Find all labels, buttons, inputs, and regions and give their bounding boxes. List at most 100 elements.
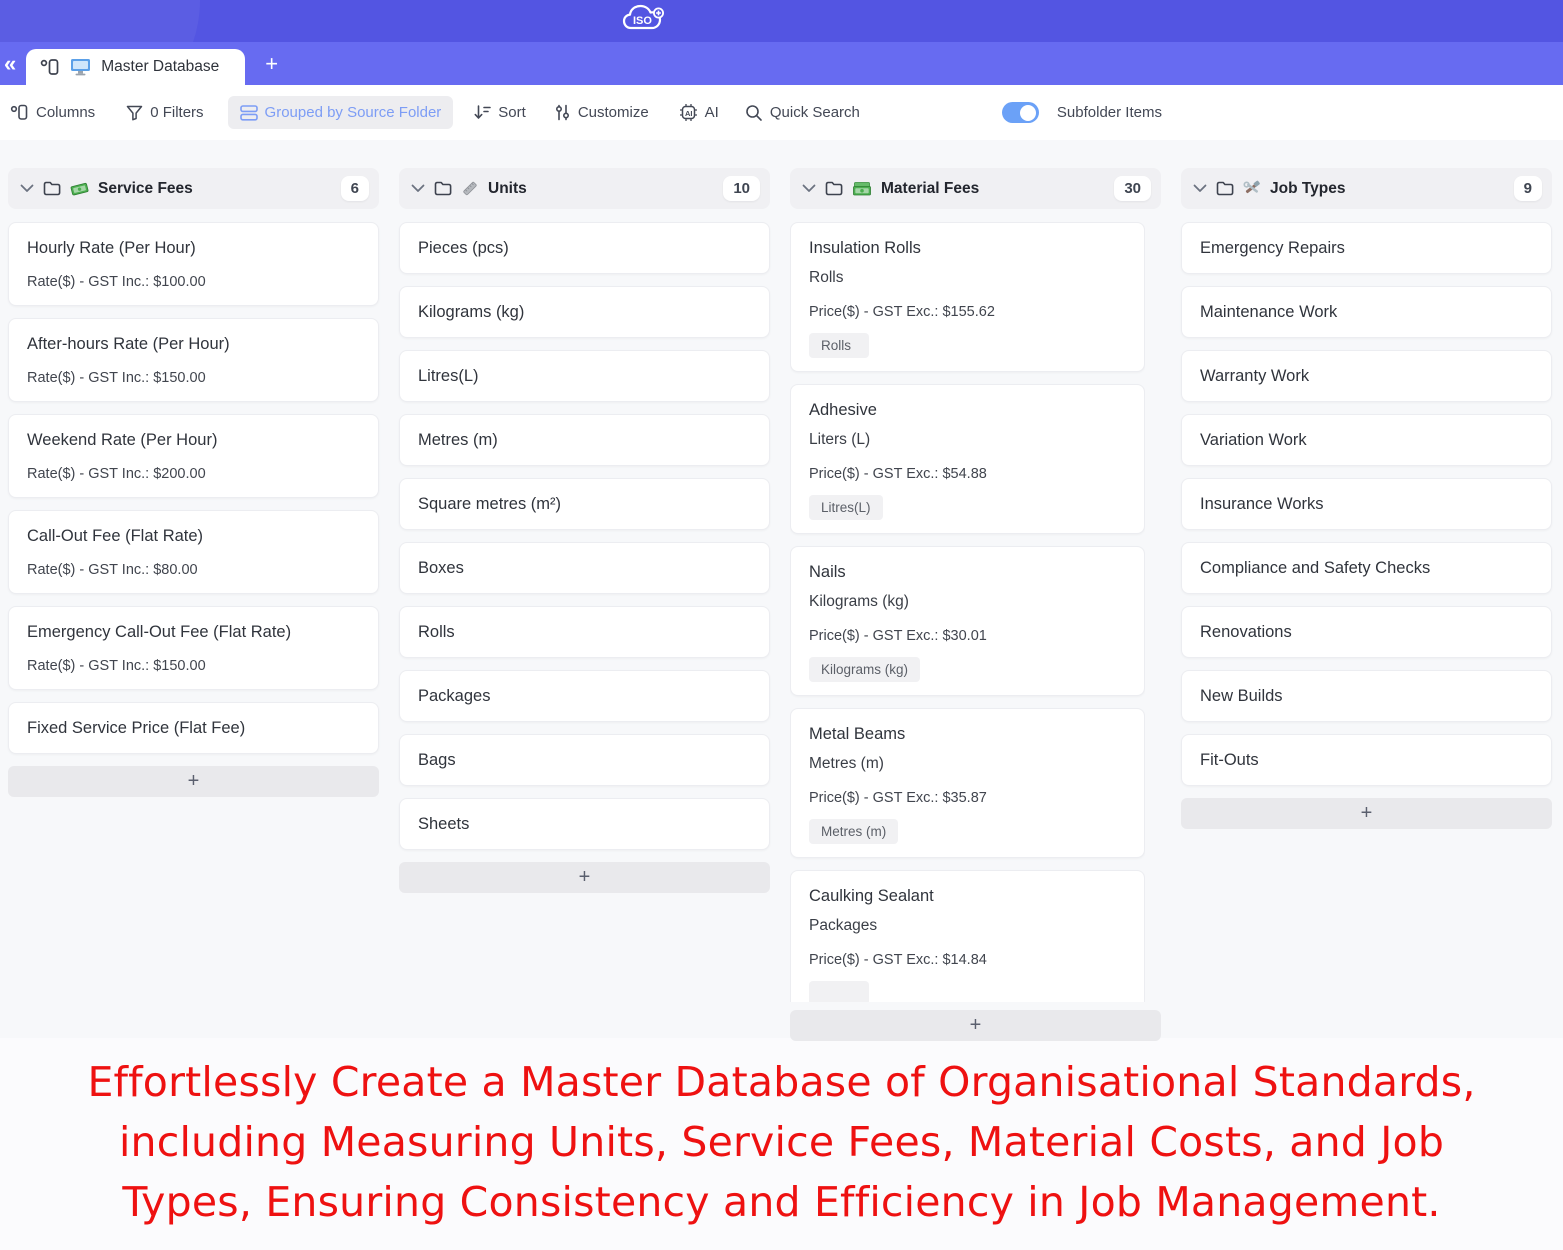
ai-chip-icon: AI	[679, 103, 698, 122]
group-column-job-types: Job Types 9 Emergency Repairs Maintenance W…	[1181, 168, 1552, 1038]
tab-bar: « Master Database +	[0, 42, 1563, 85]
chevron-down-icon[interactable]	[1193, 184, 1207, 193]
record-card[interactable]: Caulking Sealant Packages Price($) - GST E…	[790, 870, 1145, 1002]
card-price: Rate($) - GST Inc.: $100.00	[27, 272, 360, 292]
subfolder-items-toggle[interactable]	[1002, 102, 1039, 123]
kanban-board: Service Fees6 Hourly Rate (Per Hour) Rate(…	[0, 140, 1563, 1038]
unit-tag: Metres (m)	[809, 819, 898, 844]
record-card[interactable]: Compliance and Safety Checks	[1181, 542, 1552, 594]
record-card[interactable]: Insurance Works	[1181, 478, 1552, 530]
record-card[interactable]: Renovations	[1181, 606, 1552, 658]
chevron-down-icon[interactable]	[802, 184, 816, 193]
group-header[interactable]: Job Types 9	[1181, 168, 1552, 209]
unit-tag: Rolls	[809, 333, 869, 358]
add-record-button[interactable]: +	[790, 1010, 1161, 1041]
filters-button[interactable]: 0 Filters	[126, 104, 203, 121]
chevron-down-icon[interactable]	[411, 184, 425, 193]
marketing-caption: Effortlessly Create a Master Database of…	[0, 1038, 1563, 1232]
record-card[interactable]: Fixed Service Price (Flat Fee)	[8, 702, 379, 754]
card-title: Square metres (m²)	[418, 493, 751, 515]
card-title: Insurance Works	[1200, 493, 1533, 515]
record-card[interactable]: New Builds	[1181, 670, 1552, 722]
customize-label: Customize	[578, 104, 649, 121]
card-title: Pieces (pcs)	[418, 237, 751, 259]
tab-master-database[interactable]: Master Database	[26, 49, 245, 85]
record-card[interactable]: Emergency Repairs	[1181, 222, 1552, 274]
tab-title: Master Database	[101, 58, 219, 76]
record-card[interactable]: Warranty Work	[1181, 350, 1552, 402]
card-unit: Packages	[809, 915, 1126, 937]
record-card[interactable]: AdhesiveLiters (L)Price($) - GST Exc.: $…	[790, 384, 1145, 534]
columns-icon	[10, 104, 29, 121]
record-card[interactable]: Variation Work	[1181, 414, 1552, 466]
grouped-label: Grouped by Source Folder	[265, 104, 442, 121]
record-card[interactable]: Kilograms (kg)	[399, 286, 770, 338]
card-price: Rate($) - GST Inc.: $150.00	[27, 368, 360, 388]
record-card[interactable]: NailsKilograms (kg)Price($) - GST Exc.: …	[790, 546, 1145, 696]
columns-button[interactable]: Columns	[10, 104, 95, 121]
record-card[interactable]: Litres(L)	[399, 350, 770, 402]
group-column-units: Units10 Pieces (pcs) Kilograms (kg) Litres(…	[399, 168, 770, 1038]
quick-search-label: Quick Search	[770, 104, 860, 121]
group-name: Job Types	[1270, 180, 1346, 198]
record-card[interactable]: Metres (m)	[399, 414, 770, 466]
group-header[interactable]: Units10	[399, 168, 770, 209]
record-count-badge: 10	[723, 176, 760, 201]
add-record-button[interactable]: +	[8, 766, 379, 797]
filter-icon	[126, 105, 143, 121]
record-card[interactable]: Maintenance Work	[1181, 286, 1552, 338]
sidebar-collapse-icon[interactable]: «	[0, 53, 20, 85]
card-price: Rate($) - GST Inc.: $200.00	[27, 464, 360, 484]
group-name: Material Fees	[881, 180, 979, 198]
record-card[interactable]: Pieces (pcs)	[399, 222, 770, 274]
record-card[interactable]: Emergency Call-Out Fee (Flat Rate)Rate($…	[8, 606, 379, 690]
card-title: Hourly Rate (Per Hour)	[27, 237, 360, 259]
add-record-button[interactable]: +	[1181, 798, 1552, 829]
record-card[interactable]: After-hours Rate (Per Hour) Rate($) - GST…	[8, 318, 379, 402]
ai-button[interactable]: AI AI	[679, 103, 719, 122]
new-tab-button[interactable]: +	[245, 51, 278, 85]
chevron-down-icon[interactable]	[20, 184, 34, 193]
record-card[interactable]: Weekend Rate (Per Hour)Rate($) - GST Inc…	[8, 414, 379, 498]
unit-tag	[809, 981, 869, 1002]
card-title: Compliance and Safety Checks	[1200, 557, 1533, 579]
columns-label: Columns	[36, 104, 95, 121]
card-title: After-hours Rate (Per Hour)	[27, 333, 360, 355]
card-price: Price($) - GST Exc.: $14.84	[809, 950, 1126, 970]
grouped-button[interactable]: Grouped by Source Folder	[228, 96, 454, 129]
card-title: Fit-Outs	[1200, 749, 1533, 771]
group-name: Service Fees	[98, 180, 193, 198]
record-card[interactable]: Packages	[399, 670, 770, 722]
card-list: Insulation RollsRollsPrice($) - GST Exc.…	[790, 222, 1145, 1002]
card-title: Metres (m)	[418, 429, 751, 451]
card-title: Emergency Repairs	[1200, 237, 1533, 259]
record-card[interactable]: Square metres (m²)	[399, 478, 770, 530]
record-card[interactable]: Insulation RollsRollsPrice($) - GST Exc.…	[790, 222, 1145, 372]
quick-search-button[interactable]: Quick Search	[745, 104, 860, 122]
record-card[interactable]: Sheets	[399, 798, 770, 850]
banknotes-icon	[852, 181, 872, 197]
card-title: Caulking Sealant	[809, 885, 1126, 907]
card-title: Bags	[418, 749, 751, 771]
customize-button[interactable]: Customize	[554, 104, 649, 121]
card-title: Call-Out Fee (Flat Rate)	[27, 525, 360, 547]
group-column-service-fees: Service Fees6 Hourly Rate (Per Hour) Rate(…	[8, 168, 379, 1038]
group-column-material-fees: Material Fees30 Insulation RollsRollsPric…	[790, 168, 1161, 1038]
card-title: Kilograms (kg)	[418, 301, 751, 323]
add-record-button[interactable]: +	[399, 862, 770, 893]
record-card[interactable]: Boxes	[399, 542, 770, 594]
record-card[interactable]: Hourly Rate (Per Hour) Rate($) - GST Inc.…	[8, 222, 379, 306]
card-title: Variation Work	[1200, 429, 1533, 451]
record-card[interactable]: Fit-Outs	[1181, 734, 1552, 786]
record-card[interactable]: Rolls	[399, 606, 770, 658]
card-unit: Kilograms (kg)	[809, 591, 1126, 613]
record-card[interactable]: Bags	[399, 734, 770, 786]
sort-button[interactable]: Sort	[473, 104, 526, 121]
card-title: Nails	[809, 561, 1126, 583]
group-header[interactable]: Service Fees6	[8, 168, 379, 209]
card-title: Boxes	[418, 557, 751, 579]
record-count-badge: 9	[1514, 176, 1542, 201]
record-card[interactable]: Call-Out Fee (Flat Rate)Rate($) - GST In…	[8, 510, 379, 594]
record-card[interactable]: Metal BeamsMetres (m)Price($) - GST Exc.…	[790, 708, 1145, 858]
group-header[interactable]: Material Fees30	[790, 168, 1161, 209]
